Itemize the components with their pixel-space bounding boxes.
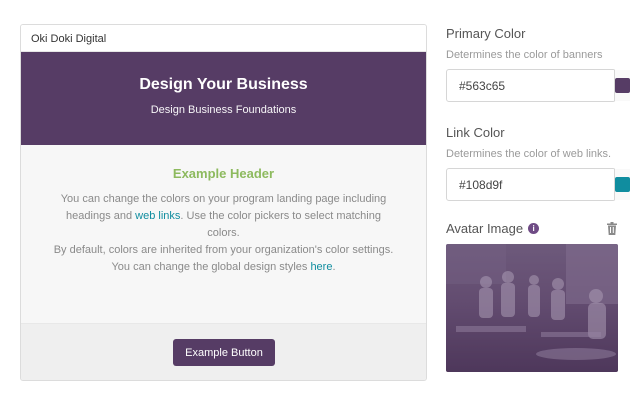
banner-subtitle: Design Business Foundations xyxy=(150,104,297,116)
avatar-photo xyxy=(446,244,618,372)
primary-color-help: Determines the color of banners xyxy=(446,49,603,61)
preview-footer: Example Button xyxy=(21,323,426,380)
banner-title: Design Your Business xyxy=(139,76,308,93)
avatar-title: Avatar Image i xyxy=(446,221,540,236)
body-text: You can change the global design styles xyxy=(111,261,311,273)
body-text: . Use the color pickers to select matchi… xyxy=(180,210,381,239)
primary-color-input[interactable] xyxy=(447,70,614,101)
example-header: Example Header xyxy=(172,166,275,181)
primary-color-label: Primary Color xyxy=(446,26,526,41)
landing-page-preview: Oki Doki Digital Design Your Business De… xyxy=(20,24,427,381)
design-settings-panel: Primary Color Determines the color of ba… xyxy=(446,26,630,372)
avatar-label: Avatar Image xyxy=(446,221,524,236)
body-text: You can change the colors on your progra… xyxy=(60,193,387,205)
here-link[interactable]: here xyxy=(310,261,332,273)
trash-icon[interactable] xyxy=(606,222,618,235)
web-links-link[interactable]: web links xyxy=(135,210,180,222)
body-text: headings and xyxy=(66,210,136,222)
body-text: By default, colors are inherited from yo… xyxy=(53,244,394,256)
primary-color-field xyxy=(446,69,630,102)
link-color-label: Link Color xyxy=(446,125,505,140)
preview-banner: Design Your Business Design Business Fou… xyxy=(21,52,426,145)
org-name: Oki Doki Digital xyxy=(21,25,426,52)
preview-body-text: You can change the colors on your progra… xyxy=(49,191,398,276)
primary-color-picker-button[interactable] xyxy=(614,70,630,101)
body-text: . xyxy=(332,261,336,273)
link-color-swatch xyxy=(615,177,630,192)
example-button[interactable]: Example Button xyxy=(173,339,275,366)
link-color-field xyxy=(446,168,630,201)
avatar-image[interactable] xyxy=(446,244,618,372)
link-color-picker-button[interactable] xyxy=(614,169,630,200)
preview-content: Example Header You can change the colors… xyxy=(21,145,426,324)
info-icon[interactable]: i xyxy=(528,223,540,234)
avatar-header: Avatar Image i xyxy=(446,221,618,236)
link-color-input[interactable] xyxy=(447,169,614,200)
primary-color-swatch xyxy=(615,78,630,93)
link-color-help: Determines the color of web links. xyxy=(446,148,612,160)
